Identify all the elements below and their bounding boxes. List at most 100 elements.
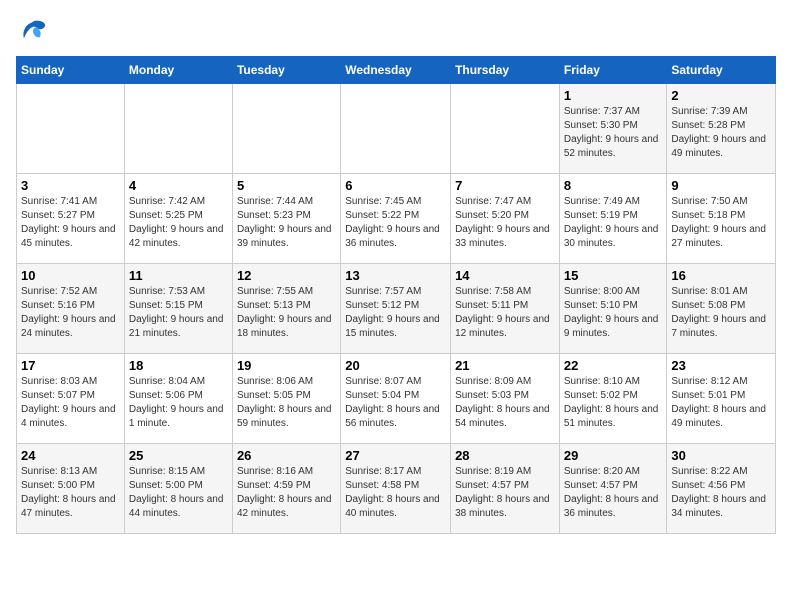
day-cell: 6Sunrise: 7:45 AM Sunset: 5:22 PM Daylig… [341, 174, 451, 264]
day-cell: 23 Sunrise: 8:12 AM Sunset: 5:01 PM Dayli… [667, 354, 776, 444]
page-header [16, 16, 776, 48]
header-row: SundayMondayTuesdayWednesdayThursdayFrid… [17, 57, 776, 84]
header-sunday: Sunday [17, 57, 125, 84]
day-number: 10 [21, 268, 120, 283]
day-number: 7 [455, 178, 555, 193]
day-cell: 2Sunrise: 7:39 AM Sunset: 5:28 PM Daylig… [667, 84, 776, 174]
day-info: Sunrise: 7:55 AM Sunset: 5:13 PM Dayligh… [237, 285, 336, 341]
day-info: Sunrise: 7:39 AM Sunset: 5:28 PM Dayligh… [671, 105, 771, 161]
day-number: 27 [345, 448, 446, 463]
day-cell [17, 84, 125, 174]
day-number: 19 [237, 358, 336, 373]
day-cell: 7 Sunrise: 7:47 AM Sunset: 5:20 PM Daylig… [451, 174, 560, 264]
day-info: Sunrise: 7:57 AM Sunset: 5:12 PM Dayligh… [345, 285, 446, 341]
day-cell: 28 Sunrise: 8:19 AM Sunset: 4:57 PM Dayli… [451, 444, 560, 534]
day-cell: 11Sunrise: 7:53 AM Sunset: 5:15 PM Dayli… [124, 264, 232, 354]
day-number: 21 [455, 358, 555, 373]
day-info: Sunrise: 8:19 AM Sunset: 4:57 PM Dayligh… [455, 465, 555, 521]
header-friday: Friday [559, 57, 667, 84]
day-cell [124, 84, 232, 174]
day-info: Sunrise: 8:09 AM Sunset: 5:03 PM Dayligh… [455, 375, 555, 431]
day-info: Sunrise: 8:01 AM Sunset: 5:08 PM Dayligh… [671, 285, 771, 341]
day-number: 23 [671, 358, 771, 373]
day-cell: 29 Sunrise: 8:20 AM Sunset: 4:57 PM Dayli… [559, 444, 667, 534]
day-info: Sunrise: 8:17 AM Sunset: 4:58 PM Dayligh… [345, 465, 446, 521]
logo [16, 16, 52, 48]
day-number: 12 [237, 268, 336, 283]
day-cell: 1Sunrise: 7:37 AM Sunset: 5:30 PM Daylig… [559, 84, 667, 174]
day-number: 17 [21, 358, 120, 373]
day-info: Sunrise: 7:45 AM Sunset: 5:22 PM Dayligh… [345, 195, 446, 251]
day-cell: 10 Sunrise: 7:52 AM Sunset: 5:16 PM Dayli… [17, 264, 125, 354]
day-info: Sunrise: 8:03 AM Sunset: 5:07 PM Dayligh… [21, 375, 120, 431]
day-info: Sunrise: 8:04 AM Sunset: 5:06 PM Dayligh… [129, 375, 228, 431]
day-info: Sunrise: 7:47 AM Sunset: 5:20 PM Dayligh… [455, 195, 555, 251]
day-cell: 26Sunrise: 8:16 AM Sunset: 4:59 PM Dayli… [232, 444, 340, 534]
day-info: Sunrise: 8:12 AM Sunset: 5:01 PM Dayligh… [671, 375, 771, 431]
day-info: Sunrise: 8:15 AM Sunset: 5:00 PM Dayligh… [129, 465, 228, 521]
day-number: 20 [345, 358, 446, 373]
day-cell [451, 84, 560, 174]
logo-bird-icon [16, 16, 48, 48]
day-number: 1 [564, 88, 663, 103]
day-number: 13 [345, 268, 446, 283]
day-cell: 9 Sunrise: 7:50 AM Sunset: 5:18 PM Daylig… [667, 174, 776, 264]
day-number: 22 [564, 358, 663, 373]
week-row-2: 3 Sunrise: 7:41 AM Sunset: 5:27 PM Daylig… [17, 174, 776, 264]
day-number: 28 [455, 448, 555, 463]
header-tuesday: Tuesday [232, 57, 340, 84]
day-cell: 17 Sunrise: 8:03 AM Sunset: 5:07 PM Dayli… [17, 354, 125, 444]
day-info: Sunrise: 8:07 AM Sunset: 5:04 PM Dayligh… [345, 375, 446, 431]
day-number: 16 [671, 268, 771, 283]
day-info: Sunrise: 7:44 AM Sunset: 5:23 PM Dayligh… [237, 195, 336, 251]
day-cell: 19Sunrise: 8:06 AM Sunset: 5:05 PM Dayli… [232, 354, 340, 444]
day-info: Sunrise: 8:22 AM Sunset: 4:56 PM Dayligh… [671, 465, 771, 521]
day-cell: 8Sunrise: 7:49 AM Sunset: 5:19 PM Daylig… [559, 174, 667, 264]
day-info: Sunrise: 7:49 AM Sunset: 5:19 PM Dayligh… [564, 195, 663, 251]
day-info: Sunrise: 8:00 AM Sunset: 5:10 PM Dayligh… [564, 285, 663, 341]
day-cell: 24 Sunrise: 8:13 AM Sunset: 5:00 PM Dayli… [17, 444, 125, 534]
day-cell [341, 84, 451, 174]
day-number: 30 [671, 448, 771, 463]
day-cell: 13 Sunrise: 7:57 AM Sunset: 5:12 PM Dayli… [341, 264, 451, 354]
week-row-4: 17 Sunrise: 8:03 AM Sunset: 5:07 PM Dayli… [17, 354, 776, 444]
day-number: 4 [129, 178, 228, 193]
day-cell: 12 Sunrise: 7:55 AM Sunset: 5:13 PM Dayli… [232, 264, 340, 354]
day-number: 14 [455, 268, 555, 283]
day-info: Sunrise: 7:41 AM Sunset: 5:27 PM Dayligh… [21, 195, 120, 251]
day-number: 24 [21, 448, 120, 463]
day-info: Sunrise: 7:58 AM Sunset: 5:11 PM Dayligh… [455, 285, 555, 341]
day-cell: 14 Sunrise: 7:58 AM Sunset: 5:11 PM Dayli… [451, 264, 560, 354]
day-cell: 22 Sunrise: 8:10 AM Sunset: 5:02 PM Dayli… [559, 354, 667, 444]
day-number: 15 [564, 268, 663, 283]
day-number: 9 [671, 178, 771, 193]
day-number: 11 [129, 268, 228, 283]
day-info: Sunrise: 7:50 AM Sunset: 5:18 PM Dayligh… [671, 195, 771, 251]
day-number: 29 [564, 448, 663, 463]
day-cell: 25 Sunrise: 8:15 AM Sunset: 5:00 PM Dayli… [124, 444, 232, 534]
header-wednesday: Wednesday [341, 57, 451, 84]
day-cell: 21 Sunrise: 8:09 AM Sunset: 5:03 PM Dayli… [451, 354, 560, 444]
day-cell: 3 Sunrise: 7:41 AM Sunset: 5:27 PM Daylig… [17, 174, 125, 264]
day-info: Sunrise: 7:42 AM Sunset: 5:25 PM Dayligh… [129, 195, 228, 251]
day-info: Sunrise: 8:10 AM Sunset: 5:02 PM Dayligh… [564, 375, 663, 431]
week-row-5: 24 Sunrise: 8:13 AM Sunset: 5:00 PM Dayli… [17, 444, 776, 534]
day-cell: 27 Sunrise: 8:17 AM Sunset: 4:58 PM Dayli… [341, 444, 451, 534]
day-number: 18 [129, 358, 228, 373]
week-row-3: 10 Sunrise: 7:52 AM Sunset: 5:16 PM Dayli… [17, 264, 776, 354]
day-number: 3 [21, 178, 120, 193]
header-saturday: Saturday [667, 57, 776, 84]
day-info: Sunrise: 8:13 AM Sunset: 5:00 PM Dayligh… [21, 465, 120, 521]
calendar-table: SundayMondayTuesdayWednesdayThursdayFrid… [16, 56, 776, 534]
day-info: Sunrise: 8:20 AM Sunset: 4:57 PM Dayligh… [564, 465, 663, 521]
day-info: Sunrise: 8:16 AM Sunset: 4:59 PM Dayligh… [237, 465, 336, 521]
header-thursday: Thursday [451, 57, 560, 84]
day-number: 25 [129, 448, 228, 463]
day-info: Sunrise: 7:52 AM Sunset: 5:16 PM Dayligh… [21, 285, 120, 341]
day-number: 5 [237, 178, 336, 193]
day-cell: 16 Sunrise: 8:01 AM Sunset: 5:08 PM Dayli… [667, 264, 776, 354]
week-row-1: 1Sunrise: 7:37 AM Sunset: 5:30 PM Daylig… [17, 84, 776, 174]
day-cell: 18 Sunrise: 8:04 AM Sunset: 5:06 PM Dayli… [124, 354, 232, 444]
day-cell: 20 Sunrise: 8:07 AM Sunset: 5:04 PM Dayli… [341, 354, 451, 444]
day-cell [232, 84, 340, 174]
